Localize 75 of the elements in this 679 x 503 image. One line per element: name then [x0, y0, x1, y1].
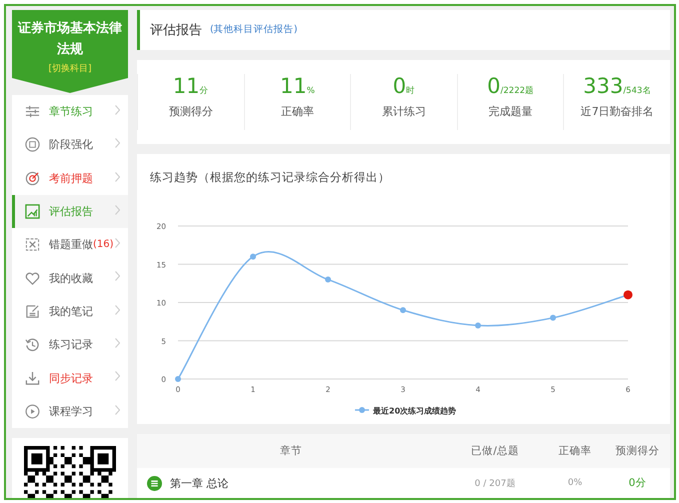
- sidebar-item[interactable]: 练习记录: [12, 328, 128, 362]
- chevron-icon: [115, 105, 120, 115]
- heart-icon: [25, 270, 40, 286]
- column-header: 已做/总题: [470, 444, 520, 458]
- stat-unit: %: [306, 86, 315, 96]
- data-point: [325, 276, 331, 283]
- sidebar-item[interactable]: 错题重做(16): [12, 228, 128, 262]
- sidebar-item-label: 章节练习: [49, 104, 93, 120]
- column-header: 预测得分: [614, 444, 660, 458]
- chevron-icon: [115, 204, 120, 215]
- sidebar-item-label: 课程学习: [49, 404, 93, 419]
- column-header: 章节: [279, 444, 303, 458]
- stat-unit: /543名: [623, 84, 652, 97]
- sidebar-item[interactable]: 课程学习: [12, 394, 128, 428]
- chevron-icon: [115, 238, 120, 248]
- sidebar-item[interactable]: 我的收藏: [12, 261, 128, 295]
- download-icon: [25, 370, 40, 386]
- stat-value: 0: [392, 74, 406, 98]
- done-count: 0 / 207题: [474, 478, 516, 490]
- history-icon: [25, 337, 40, 352]
- stat-value: 333: [583, 74, 624, 98]
- column-header: 正确率: [558, 444, 592, 458]
- error-count-label: (16): [93, 239, 114, 250]
- chevron-icon: [115, 271, 120, 282]
- chart-icon: [25, 204, 40, 220]
- chevron-icon: [115, 138, 120, 148]
- stat-label: 正确率: [280, 104, 314, 119]
- stat-unit: 分: [200, 84, 209, 97]
- sidebar-item-label: 我的收藏: [49, 270, 93, 286]
- legend-marker-icon: [355, 407, 369, 413]
- subject-title: 证券市场基本法律法规: [16, 20, 123, 59]
- page-title: 评估报告: [150, 22, 202, 39]
- sidebar-item-label: 练习记录: [49, 337, 93, 352]
- target-icon: [25, 170, 40, 186]
- sliders-icon: [25, 104, 40, 120]
- chart-title: 练习趋势（根据您的练习记录综合分析得出）: [150, 170, 391, 185]
- stat-label: 预测得分: [168, 104, 213, 119]
- list-icon: [147, 476, 162, 490]
- sidebar-item-label: 错题重做: [49, 237, 93, 252]
- stat-label: 近7日勤奋排名: [580, 104, 654, 119]
- sidebar-item[interactable]: 阶段强化: [12, 128, 128, 162]
- sidebar-item-label: 阶段强化: [49, 137, 93, 152]
- other-reports-link[interactable]: (其他科目评估报告): [210, 23, 298, 36]
- stat-unit: /2222题: [500, 84, 534, 97]
- data-point: [250, 254, 256, 260]
- badge-icon: [25, 137, 40, 152]
- cross-box-icon: [25, 237, 40, 252]
- stat-label: 累计练习: [382, 104, 426, 119]
- score-value: 0分: [628, 476, 648, 490]
- sidebar-item-label: 我的笔记: [49, 304, 93, 319]
- legend-label[interactable]: 最近20次练习成绩趋势: [373, 406, 456, 416]
- data-point: [550, 314, 556, 321]
- chevron-icon: [115, 404, 120, 415]
- sidebar-item-label: 考前押题: [49, 170, 93, 186]
- play-icon: [25, 404, 40, 419]
- stat-label: 完成题量: [488, 104, 533, 119]
- data-point: [175, 376, 181, 382]
- stat-unit: 时: [406, 84, 416, 97]
- sidebar-item-label: 评估报告: [49, 204, 93, 220]
- sidebar-item[interactable]: 同步记录: [12, 361, 128, 395]
- chapter-name[interactable]: 第一章 总论: [170, 476, 228, 490]
- note-icon: [25, 304, 40, 319]
- chevron-icon: [115, 304, 120, 315]
- chevron-icon: [115, 371, 120, 382]
- sidebar-item-label: 同步记录: [49, 370, 93, 386]
- sidebar-item[interactable]: 我的笔记: [12, 294, 128, 328]
- stat-value: 11: [172, 74, 200, 98]
- chevron-icon: [115, 172, 120, 182]
- data-point: [475, 322, 481, 328]
- stat-value: 11: [280, 74, 307, 98]
- sidebar-item[interactable]: 考前押题: [12, 162, 128, 195]
- stat-value: 0: [487, 74, 501, 98]
- accuracy-value: 0%: [566, 478, 584, 488]
- data-point: [400, 307, 406, 314]
- chevron-icon: [115, 338, 120, 348]
